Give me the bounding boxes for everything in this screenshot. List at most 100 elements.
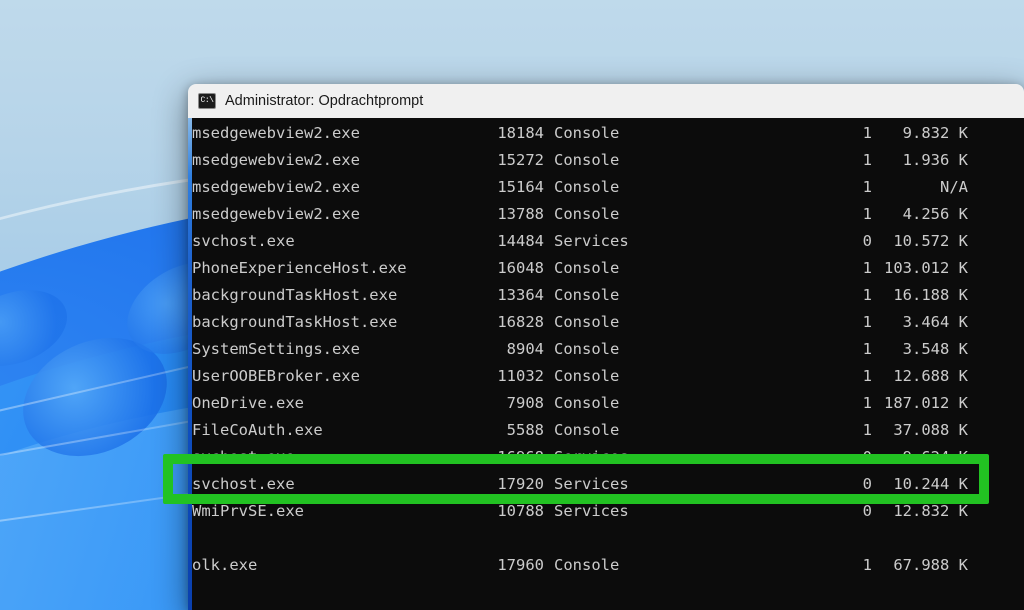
process-mem: 1.936 K: [902, 151, 968, 169]
process-pid: 17960: [497, 556, 544, 574]
process-pid: 16968: [497, 448, 544, 466]
process-pid: 16828: [497, 313, 544, 331]
process-pid: 14484: [497, 232, 544, 250]
process-row: [192, 525, 1024, 552]
process-name: SystemSettings.exe: [192, 340, 360, 358]
process-session: Console: [554, 367, 620, 385]
process-name: msedgewebview2.exe: [192, 178, 360, 196]
process-session: Console: [554, 606, 619, 610]
process-pid: 8904: [506, 340, 544, 358]
process-snum: 1: [862, 205, 872, 223]
process-mem: 10.244 K: [893, 475, 968, 493]
process-name: PhoneExperienceHost.exe: [192, 259, 407, 277]
process-row: olk.exe 17960 Console 1 67.988 K: [192, 552, 1024, 579]
process-snum: 1: [862, 178, 872, 196]
process-name: UserOOBEBroker.exe: [192, 367, 360, 385]
process-row: PhoneExperienceHost.exe 16048 Console 1 103.…: [192, 255, 1024, 282]
process-session: Services: [554, 475, 629, 493]
window-title-bar[interactable]: C:\ Administrator: Opdrachtprompt: [188, 84, 1024, 118]
process-mem: 9.624 K: [902, 448, 968, 466]
process-snum: 1: [862, 313, 872, 331]
process-name: svchost.exe: [192, 232, 295, 250]
process-snum: 1: [862, 421, 872, 439]
process-name: msedgewebview2.exe: [192, 606, 360, 610]
process-row: msedgewebview2.exe 15272 Console 1 1.936 K: [192, 147, 1024, 174]
process-session: Console: [554, 394, 620, 412]
process-mem: 3.548 K: [902, 340, 968, 358]
process-row: backgroundTaskHost.exe 13364 Console 1 16.18…: [192, 282, 1024, 309]
process-row: FileCoAuth.exe 5588 Console 1 37.088 K: [192, 417, 1024, 444]
process-mem: 37.088 K: [893, 421, 968, 439]
process-session: Console: [554, 421, 620, 439]
process-pid: 15272: [497, 151, 544, 169]
process-name: svchost.exe: [192, 475, 295, 493]
process-pid: 16048: [497, 259, 544, 277]
process-row: backgroundTaskHost.exe 16828 Console 1 3.464…: [192, 309, 1024, 336]
process-name: svchost.exe: [192, 448, 295, 466]
command-prompt-window[interactable]: C:\ Administrator: Opdrachtprompt msedge…: [188, 84, 1024, 610]
process-row: msedgewebview2.exe 18184 Console 1 9.832 K: [192, 120, 1024, 147]
process-pid: 11032: [497, 367, 544, 385]
process-mem: 12.688 K: [893, 367, 968, 385]
process-snum: 0: [862, 448, 872, 466]
process-name: olk.exe: [192, 556, 258, 574]
process-snum: 0: [862, 475, 872, 493]
process-name: msedgewebview2.exe: [192, 205, 360, 223]
process-mem: 187.012 K: [884, 394, 968, 412]
process-snum: 0: [862, 232, 872, 250]
process-name: backgroundTaskHost.exe: [192, 286, 398, 304]
process-session: Console: [554, 313, 620, 331]
process-session: Console: [554, 340, 620, 358]
process-session: Services: [554, 232, 629, 250]
process-row: msedgewebview2.exe 15164 Console 1 N/A: [192, 174, 1024, 201]
process-name: OneDrive.exe: [192, 394, 304, 412]
process-name: WmiPrvSE.exe: [192, 502, 304, 520]
window-title: Administrator: Opdrachtprompt: [225, 93, 424, 109]
process-name: msedgewebview2.exe: [192, 151, 360, 169]
process-mem: 67.988 K: [893, 556, 968, 574]
process-row: svchost.exe 17920 Services 0 10.244 K: [192, 471, 1024, 498]
process-pid: 5588: [506, 421, 544, 439]
process-pid: 16812: [438, 606, 544, 610]
process-row: [192, 579, 1024, 606]
process-session: Services: [554, 502, 629, 520]
process-name: backgroundTaskHost.exe: [192, 313, 398, 331]
process-mem: 9.832 K: [902, 124, 968, 142]
process-mem: 4.256 K: [902, 205, 968, 223]
process-snum: 1: [862, 394, 872, 412]
process-session: Console: [554, 259, 620, 277]
process-mem: 16.188 K: [893, 286, 968, 304]
process-snum: 0: [862, 502, 872, 520]
process-session: Services: [554, 448, 629, 466]
process-snum: 1: [862, 124, 872, 142]
process-pid: 10788: [497, 502, 544, 520]
process-pid: 15164: [497, 178, 544, 196]
process-mem: N/A: [940, 178, 968, 196]
process-snum: 1: [862, 340, 872, 358]
process-name: FileCoAuth.exe: [192, 421, 323, 439]
process-pid: 7908: [506, 394, 544, 412]
process-row: msedgewebview2.exe 16812 Console 1 10.224 K: [192, 606, 1024, 610]
process-mem: 10.224 K: [882, 606, 968, 610]
process-pid: 13364: [497, 286, 544, 304]
process-row: svchost.exe 16968 Services 0 9.624 K: [192, 444, 1024, 471]
process-mem: 10.572 K: [893, 232, 968, 250]
process-session: Console: [554, 124, 620, 142]
process-snum: 1: [862, 151, 872, 169]
process-session: Console: [554, 286, 620, 304]
process-row: OneDrive.exe 7908 Console 1 187.012 K: [192, 390, 1024, 417]
process-snum: 1: [862, 286, 872, 304]
process-row: SystemSettings.exe 8904 Console 1 3.548 K: [192, 336, 1024, 363]
console-output-area[interactable]: msedgewebview2.exe 18184 Console 1 9.832 Kms…: [188, 118, 1024, 610]
process-snum: 1: [862, 259, 872, 277]
process-mem: 103.012 K: [884, 259, 968, 277]
process-name: msedgewebview2.exe: [192, 124, 360, 142]
process-row: WmiPrvSE.exe 10788 Services 0 12.832 K: [192, 498, 1024, 525]
process-session: Console: [554, 178, 620, 196]
process-pid: 17920: [497, 475, 544, 493]
process-row: msedgewebview2.exe 13788 Console 1 4.256 K: [192, 201, 1024, 228]
process-pid: 13788: [497, 205, 544, 223]
process-session: Console: [554, 556, 620, 574]
process-session: Console: [554, 151, 620, 169]
process-snum: 1: [862, 367, 872, 385]
